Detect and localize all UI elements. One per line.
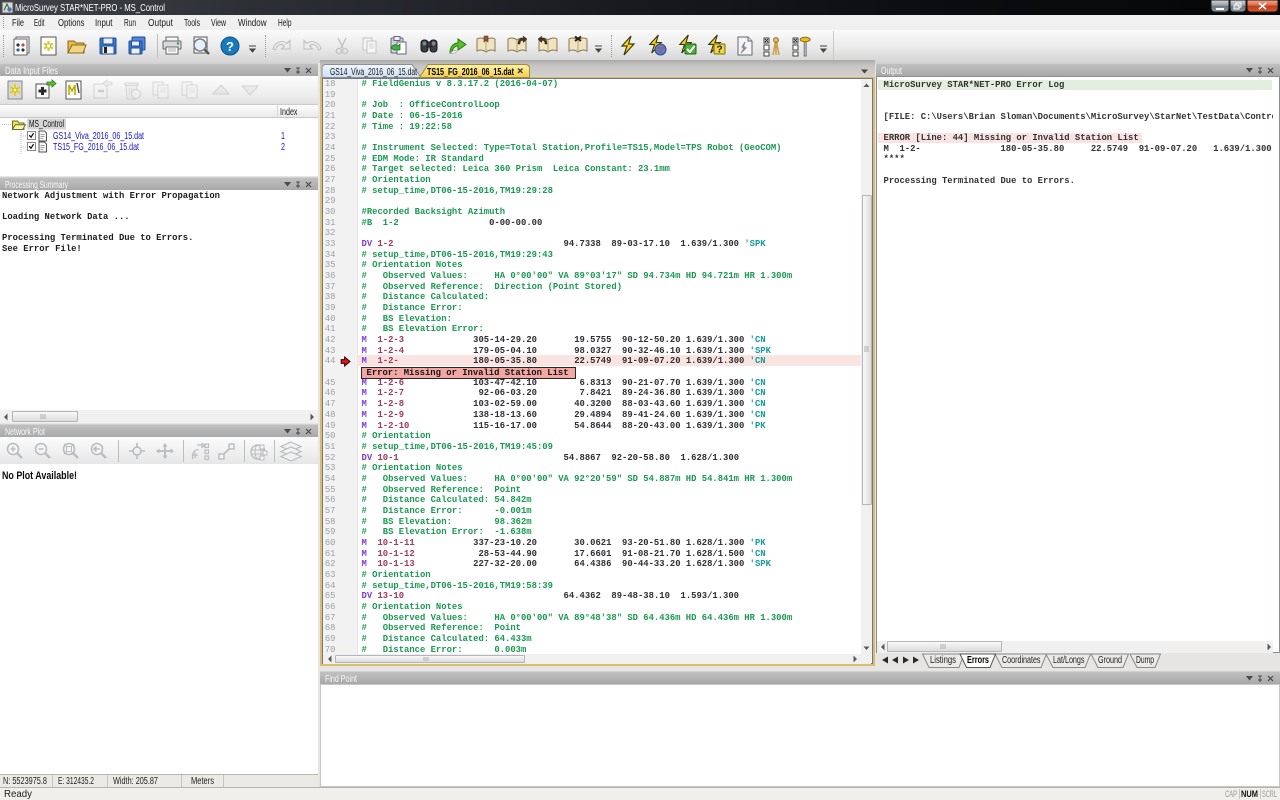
svg-text:SCRL: SCRL — [1262, 789, 1277, 799]
svg-text:?: ? — [716, 45, 722, 56]
svg-text:Window: Window — [238, 18, 267, 29]
svg-text:Data Input Files: Data Input Files — [5, 66, 58, 77]
svg-text:2: 2 — [281, 142, 285, 153]
svg-text:Errors: Errors — [967, 655, 989, 666]
svg-text:Input: Input — [95, 18, 113, 29]
svg-text:File: File — [12, 18, 24, 29]
svg-text:Output: Output — [881, 66, 902, 77]
svg-text:MicroSurvey STAR*NET-PRO - MS_: MicroSurvey STAR*NET-PRO - MS_Control — [15, 3, 165, 14]
svg-text:Options: Options — [58, 18, 85, 29]
svg-text:Processing Summary: Processing Summary — [5, 180, 68, 191]
svg-text:TS15_FG_2016_06_15.dat: TS15_FG_2016_06_15.dat — [53, 142, 139, 153]
svg-text:Dump: Dump — [1136, 655, 1154, 666]
svg-text:Lat/Longs: Lat/Longs — [1053, 655, 1085, 666]
svg-text:NUM: NUM — [1241, 789, 1258, 799]
svg-text:Network Plot: Network Plot — [5, 427, 45, 438]
svg-text:Tools: Tools — [184, 18, 200, 29]
svg-text:Edit: Edit — [34, 18, 45, 29]
svg-text:?: ? — [226, 39, 234, 54]
svg-text:Coordinates: Coordinates — [1002, 655, 1041, 666]
svg-text:CAP: CAP — [1225, 789, 1237, 799]
svg-text:Ground: Ground — [1098, 655, 1122, 666]
svg-text:Listings: Listings — [930, 655, 956, 666]
svg-text:GS14_Viva_2016_06_15.dat: GS14_Viva_2016_06_15.dat — [330, 67, 417, 78]
svg-text:View: View — [211, 18, 227, 29]
svg-text:Output: Output — [148, 18, 173, 29]
svg-text:Find Point: Find Point — [325, 674, 357, 685]
svg-text:Help: Help — [278, 18, 292, 29]
svg-text:Run: Run — [124, 18, 136, 29]
svg-text:Meters: Meters — [191, 776, 214, 787]
svg-text:TS15_FG_2016_06_15.dat: TS15_FG_2016_06_15.dat — [427, 67, 514, 78]
svg-text:Width: 205.87: Width: 205.87 — [113, 776, 158, 787]
svg-text:No Plot Available!: No Plot Available! — [2, 470, 77, 482]
svg-text:Index: Index — [280, 107, 298, 118]
svg-text:N: 5523975.8: N: 5523975.8 — [3, 776, 47, 787]
svg-text:E: 312435.2: E: 312435.2 — [58, 776, 94, 787]
svg-text:Ready: Ready — [4, 789, 32, 800]
